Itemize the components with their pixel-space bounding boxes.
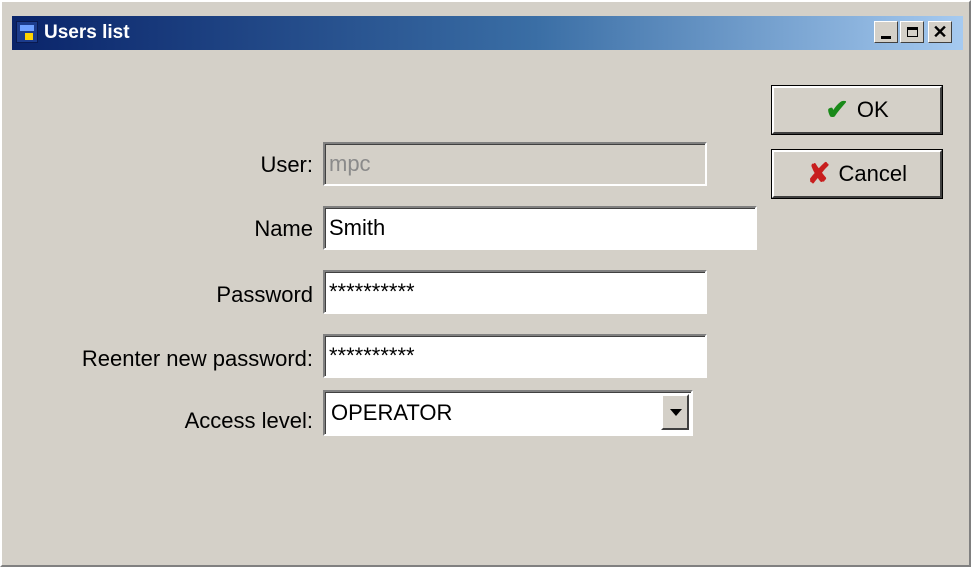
- access-level-value: OPERATOR: [331, 400, 453, 425]
- reenter-password-label: Reenter new password:: [81, 346, 313, 371]
- close-icon: ✕: [932, 22, 948, 42]
- cancel-button[interactable]: ✘ Cancel: [771, 149, 943, 199]
- maximize-icon: [906, 27, 918, 37]
- access-level-select[interactable]: OPERATOR: [323, 390, 693, 436]
- users-list-window: Users list ✕ User: Name Password Reenter…: [0, 0, 971, 567]
- title-bar[interactable]: Users list ✕: [12, 16, 963, 50]
- ok-button[interactable]: ✔ OK: [771, 85, 943, 135]
- minimize-button[interactable]: [874, 21, 898, 43]
- reenter-password-field[interactable]: [323, 334, 707, 378]
- checkmark-icon: ✔: [825, 94, 849, 125]
- password-label: Password: [216, 282, 313, 307]
- minimize-icon: [881, 35, 891, 39]
- access-level-label: Access level:: [184, 408, 313, 433]
- window-title: Users list: [44, 22, 130, 43]
- ok-button-label: OK: [856, 97, 889, 122]
- user-label: User:: [260, 152, 313, 177]
- dropdown-arrow-icon[interactable]: [661, 394, 689, 430]
- x-icon: ✘: [807, 158, 831, 189]
- app-icon: [16, 21, 38, 43]
- name-field[interactable]: [323, 206, 757, 250]
- maximize-button[interactable]: [900, 21, 924, 43]
- password-field[interactable]: [323, 270, 707, 314]
- user-field: [323, 142, 707, 186]
- cancel-button-label: Cancel: [838, 161, 907, 186]
- name-label: Name: [254, 216, 313, 241]
- close-button[interactable]: ✕: [928, 21, 952, 43]
